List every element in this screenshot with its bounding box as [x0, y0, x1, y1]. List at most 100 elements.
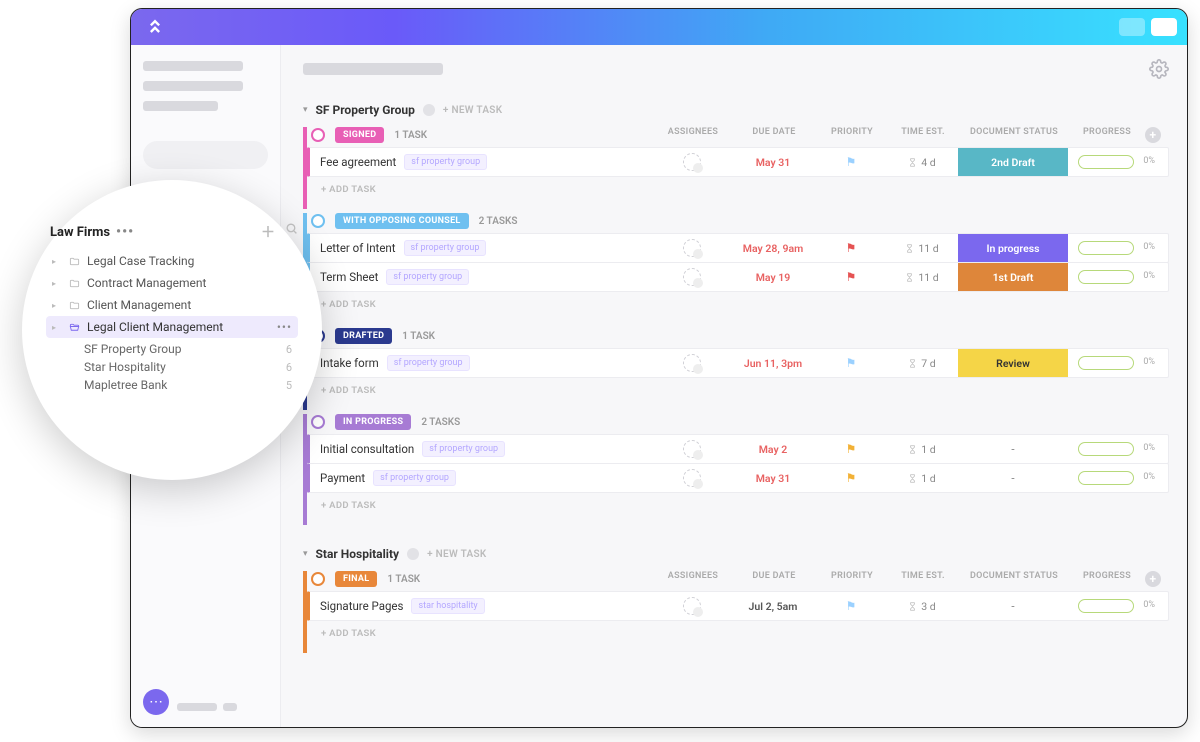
time-estimate[interactable]: 3 d [908, 600, 935, 613]
assignee-icon[interactable] [683, 268, 701, 286]
status-label[interactable]: SIGNED [335, 127, 384, 143]
status-circle-icon[interactable] [311, 415, 325, 429]
caret-icon[interactable]: ▾ [303, 105, 308, 115]
assignee-icon[interactable] [683, 239, 701, 257]
task-row[interactable]: Signature Pages star hospitality Jul 2, … [307, 591, 1169, 621]
status-circle-icon[interactable] [311, 128, 325, 142]
time-estimate[interactable]: 1 d [908, 472, 935, 485]
sidebar-folder[interactable]: ▸Client Management [46, 294, 298, 316]
document-status[interactable]: - [958, 464, 1068, 492]
due-date[interactable]: May 31 [756, 156, 791, 169]
info-icon[interactable] [423, 104, 435, 116]
task-tag[interactable]: sf property group [373, 470, 456, 486]
progress-bar[interactable]: 0% [1078, 599, 1134, 613]
due-date[interactable]: May 19 [756, 271, 791, 284]
progress-bar[interactable]: 0% [1078, 241, 1134, 255]
sidebar-folder[interactable]: ▸Contract Management [46, 272, 298, 294]
task-row[interactable]: Intake form sf property group Jun 11, 3p… [307, 348, 1169, 378]
document-status[interactable]: 1st Draft [958, 263, 1068, 291]
more-icon[interactable]: ••• [277, 320, 292, 334]
task-tag[interactable]: sf property group [404, 240, 487, 256]
assignee-icon[interactable] [683, 440, 701, 458]
list-name[interactable]: SF Property Group [316, 103, 415, 117]
list-name[interactable]: Star Hospitality [316, 547, 400, 561]
sidebar-sublist[interactable]: Star Hospitality6 [46, 360, 298, 374]
assignee-icon[interactable] [683, 354, 701, 372]
add-task-link[interactable]: + ADD TASK [307, 492, 1169, 525]
status-label[interactable]: DRAFTED [335, 328, 392, 344]
time-estimate[interactable]: 4 d [908, 156, 935, 169]
add-task-link[interactable]: + ADD TASK [307, 620, 1169, 653]
space-title[interactable]: Law Firms [50, 225, 110, 240]
due-date[interactable]: May 28, 9am [743, 242, 803, 255]
task-row[interactable]: Term Sheet sf property group May 19 ⚑ 11… [307, 262, 1169, 292]
priority-flag-icon[interactable]: ⚑ [846, 599, 857, 613]
status-label[interactable]: IN PROGRESS [335, 414, 411, 430]
window-control[interactable] [1119, 18, 1145, 36]
column-headers: ASSIGNEES DUE DATE PRIORITY TIME EST. DO… [655, 571, 1169, 587]
document-status[interactable]: In progress [958, 234, 1068, 262]
add-task-link[interactable]: + ADD TASK [307, 176, 1169, 209]
time-estimate[interactable]: 11 d [905, 242, 938, 255]
status-label[interactable]: FINAL [335, 571, 377, 587]
assignee-icon[interactable] [683, 597, 701, 615]
progress-bar[interactable]: 0% [1078, 442, 1134, 456]
due-date[interactable]: Jul 2, 5am [749, 600, 798, 613]
priority-flag-icon[interactable]: ⚑ [846, 155, 857, 169]
assignee-icon[interactable] [683, 469, 701, 487]
due-date[interactable]: Jun 11, 3pm [744, 357, 802, 370]
status-circle-icon[interactable] [311, 214, 325, 228]
add-icon[interactable]: ＋ [261, 222, 275, 242]
status-label[interactable]: WITH OPPOSING COUNSEL [335, 213, 469, 229]
sidebar-sublist[interactable]: Mapletree Bank5 [46, 378, 298, 392]
sidebar-folder[interactable]: ▸Legal Client Management••• [46, 316, 298, 338]
priority-flag-icon[interactable]: ⚑ [846, 241, 857, 255]
folder-open-icon [68, 322, 81, 333]
priority-flag-icon[interactable]: ⚑ [846, 442, 857, 456]
task-count: 2 TASKS [479, 216, 518, 227]
task-row[interactable]: Initial consultation sf property group M… [307, 434, 1169, 464]
sidebar-folder[interactable]: ▸Legal Case Tracking [46, 250, 298, 272]
search-icon[interactable] [285, 222, 298, 242]
new-task-link[interactable]: + NEW TASK [427, 549, 487, 560]
add-column-icon[interactable]: + [1145, 127, 1161, 143]
document-status[interactable]: Review [958, 349, 1068, 377]
due-date[interactable]: May 31 [756, 472, 791, 485]
task-row[interactable]: Letter of Intent sf property group May 2… [307, 233, 1169, 263]
progress-bar[interactable]: 0% [1078, 471, 1134, 485]
document-status[interactable]: - [958, 435, 1068, 463]
time-estimate[interactable]: 11 d [905, 271, 938, 284]
task-tag[interactable]: sf property group [422, 441, 505, 457]
info-icon[interactable] [407, 548, 419, 560]
task-row[interactable]: Payment sf property group May 31 ⚑ 1 d -… [307, 463, 1169, 493]
caret-icon[interactable]: ▾ [303, 549, 308, 559]
add-column-icon[interactable]: + [1145, 571, 1161, 587]
document-status[interactable]: - [958, 592, 1068, 620]
window-control[interactable] [1151, 18, 1177, 36]
time-estimate[interactable]: 7 d [908, 357, 935, 370]
sidebar-sublist[interactable]: SF Property Group6 [46, 342, 298, 356]
assignee-icon[interactable] [683, 153, 701, 171]
progress-bar[interactable]: 0% [1078, 356, 1134, 370]
status-circle-icon[interactable] [311, 572, 325, 586]
task-tag[interactable]: sf property group [387, 355, 470, 371]
progress-bar[interactable]: 0% [1078, 270, 1134, 284]
chat-icon[interactable]: ⋯ [143, 689, 169, 715]
more-icon[interactable]: ••• [116, 224, 134, 240]
document-status[interactable]: 2nd Draft [958, 148, 1068, 176]
task-tag[interactable]: star hospitality [411, 598, 484, 614]
task-row[interactable]: Fee agreement sf property group May 31 ⚑… [307, 147, 1169, 177]
new-task-link[interactable]: + NEW TASK [443, 105, 503, 116]
add-task-link[interactable]: + ADD TASK [307, 377, 1169, 410]
priority-flag-icon[interactable]: ⚑ [846, 270, 857, 284]
add-task-link[interactable]: + ADD TASK [307, 291, 1169, 324]
priority-flag-icon[interactable]: ⚑ [846, 356, 857, 370]
priority-flag-icon[interactable]: ⚑ [846, 471, 857, 485]
due-date[interactable]: May 2 [759, 443, 788, 456]
task-tag[interactable]: sf property group [386, 269, 469, 285]
progress-bar[interactable]: 0% [1078, 155, 1134, 169]
search-placeholder[interactable] [143, 141, 268, 169]
task-tag[interactable]: sf property group [404, 154, 487, 170]
settings-gear-icon[interactable] [1149, 59, 1169, 79]
time-estimate[interactable]: 1 d [908, 443, 935, 456]
